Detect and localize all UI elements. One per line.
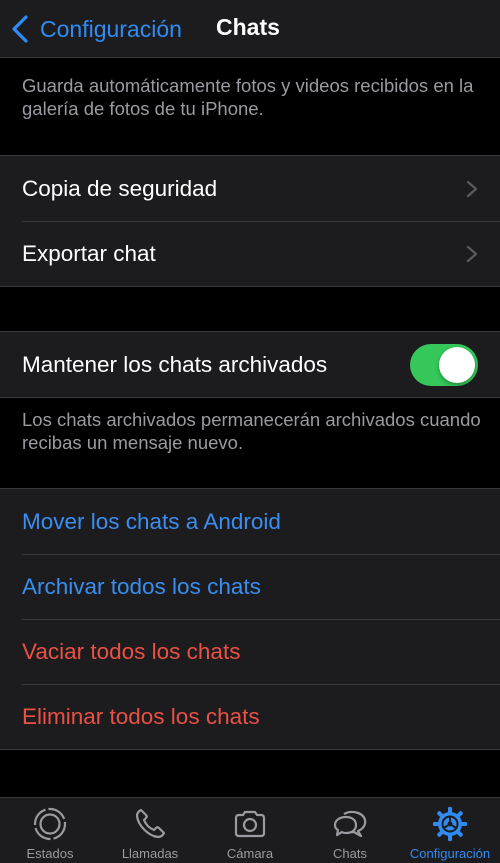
tab-configuracion[interactable]: Configuración: [400, 798, 500, 863]
move-to-android-label: Mover los chats a Android: [22, 508, 281, 534]
media-save-note: Guarda automáticamente fotos y videos re…: [22, 75, 474, 119]
export-chat-label: Exportar chat: [22, 240, 156, 266]
tab-chats[interactable]: Chats: [300, 798, 400, 863]
chevron-right-icon: [466, 245, 478, 263]
clear-all-row[interactable]: Vaciar todos los chats: [0, 619, 500, 684]
archive-all-label: Archivar todos los chats: [22, 573, 261, 599]
move-to-android-row[interactable]: Mover los chats a Android: [0, 489, 500, 554]
tab-estados[interactable]: Estados: [0, 798, 100, 863]
tab-bar: Estados Llamadas Cámara Chats Configurac…: [0, 797, 500, 863]
tab-llamadas[interactable]: Llamadas: [100, 798, 200, 863]
tab-label: Configuración: [409, 846, 491, 861]
backup-label: Copia de seguridad: [22, 175, 218, 201]
chat-bubbles-icon: [333, 810, 367, 838]
keep-archived-label: Mantener los chats archivados: [22, 351, 328, 377]
tab-label: Chats: [333, 846, 367, 861]
navigation-bar: Configuración Chats: [0, 0, 500, 58]
archive-all-row[interactable]: Archivar todos los chats: [0, 554, 500, 619]
tab-label: Llamadas: [121, 846, 179, 861]
archive-note: Los chats archivados permanecerán archiv…: [22, 409, 481, 453]
page-title: Chats: [216, 14, 280, 40]
chat-actions-group: Mover los chats a Android Archivar todos…: [0, 488, 500, 750]
chevron-right-icon: [466, 180, 478, 198]
phone-icon: [135, 808, 166, 839]
toggle-knob: [439, 347, 475, 383]
back-label: Configuración: [40, 15, 182, 42]
camera-icon: [234, 810, 266, 838]
chevron-left-icon: [12, 15, 28, 43]
keep-archived-toggle[interactable]: [410, 344, 478, 386]
delete-all-label: Eliminar todos los chats: [22, 703, 260, 729]
backup-group: Copia de seguridad Exportar chat: [0, 155, 500, 287]
status-icon: [33, 807, 67, 841]
delete-all-row[interactable]: Eliminar todos los chats: [0, 684, 500, 749]
keep-archived-row: Mantener los chats archivados: [0, 332, 500, 397]
backup-row[interactable]: Copia de seguridad: [0, 156, 500, 221]
export-chat-row[interactable]: Exportar chat: [0, 221, 500, 286]
gear-icon: [433, 807, 467, 841]
tab-label: Estados: [26, 846, 74, 861]
tab-camara[interactable]: Cámara: [200, 798, 300, 863]
back-button[interactable]: Configuración: [8, 10, 182, 48]
clear-all-label: Vaciar todos los chats: [22, 638, 241, 664]
tab-label: Cámara: [226, 846, 274, 861]
archive-setting-group: Mantener los chats archivados: [0, 331, 500, 398]
